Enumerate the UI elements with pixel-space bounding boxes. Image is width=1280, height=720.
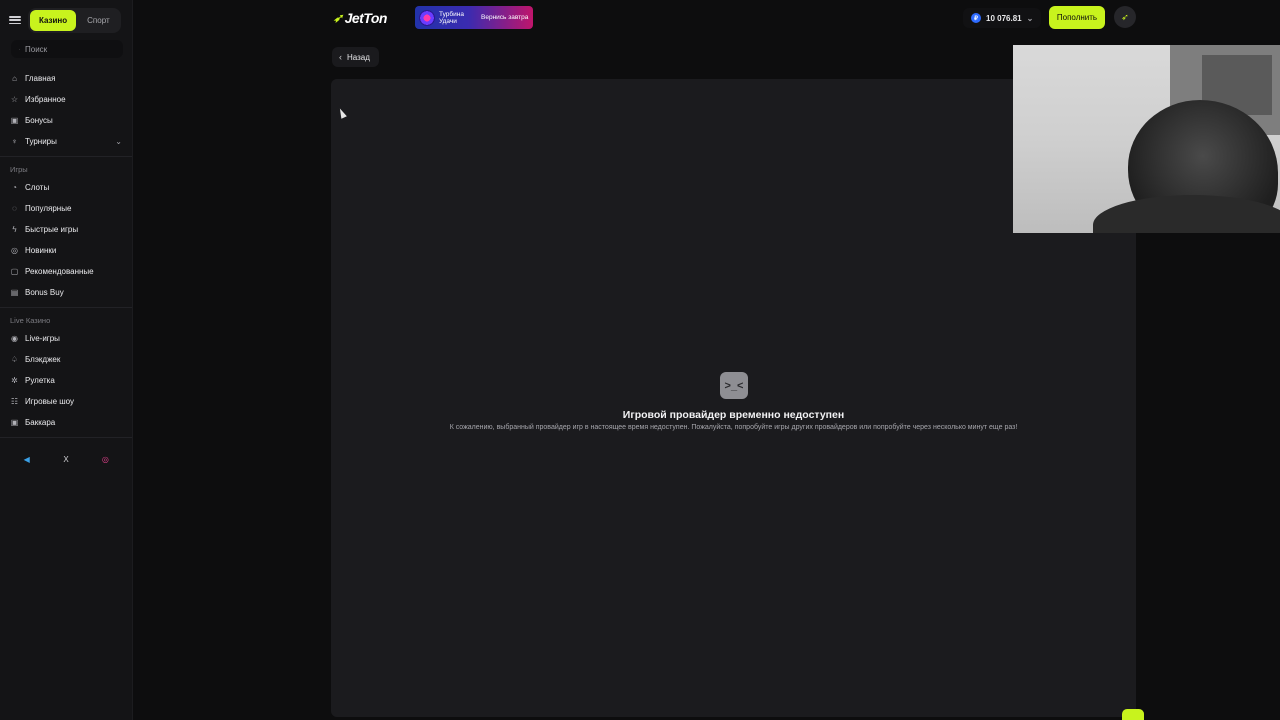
promo-title: Турбина Удачи <box>439 10 464 25</box>
sidebar-item-label: Бонусы <box>25 116 53 125</box>
chat-button[interactable] <box>1122 709 1144 720</box>
logo-mark-icon: ➶ <box>333 11 343 25</box>
section-switch: Казино Спорт <box>28 7 121 33</box>
sidebar-item-live-games[interactable]: ◉ Live-игры <box>0 328 132 349</box>
new-icon: ◎ <box>11 246 18 255</box>
back-button[interactable]: ‹ Назад <box>332 47 379 67</box>
fortune-wheel-icon <box>419 9 435 26</box>
x-icon[interactable]: X <box>46 451 85 467</box>
instagram-icon[interactable]: ◎ <box>86 451 125 467</box>
section-title-live: Live Казино <box>10 315 51 325</box>
divider <box>0 307 132 308</box>
sidebar-item-baccarat[interactable]: ▣ Баккара <box>0 412 132 433</box>
sidebar-item-label: Новинки <box>25 246 57 255</box>
currency-icon: ₽ <box>971 13 981 23</box>
show-icon: ☷ <box>10 397 19 406</box>
chevron-left-icon: ‹ <box>339 52 342 62</box>
error-message: К сожалению, выбранный провайдер игр в н… <box>449 424 1018 431</box>
webcam-overlay <box>1013 45 1280 233</box>
telegram-icon[interactable]: ◀ <box>7 451 46 467</box>
sidebar-item-game-shows[interactable]: ☷ Игровые шоу <box>0 391 132 412</box>
live-icon: ◉ <box>11 334 18 343</box>
slot-icon: ◔ <box>12 183 17 192</box>
sidebar-item-new[interactable]: ◎ Новинки <box>0 240 132 261</box>
sidebar-item-bonuses[interactable]: ▣ Бонусы <box>0 110 132 131</box>
balance-value: 10 076.81 <box>986 13 1022 23</box>
tab-sport[interactable]: Спорт <box>78 10 119 31</box>
sidebar-item-blackjack[interactable]: ♤ Блэкджек <box>0 349 132 370</box>
bonus-buy-icon: ▤ <box>10 288 19 297</box>
sidebar: Казино Спорт ⌂ Главная ☆ Избранное ▣ Бонусы… <box>0 0 133 720</box>
back-label: Назад <box>347 52 370 62</box>
balance-selector[interactable]: ₽ 10 076.81 ⌄ <box>963 8 1042 28</box>
sidebar-item-label: Избранное <box>25 95 66 104</box>
profile-avatar[interactable]: ➶ <box>1114 6 1136 28</box>
lightning-icon: ϟ <box>12 225 17 234</box>
webcam-person <box>1093 195 1280 233</box>
chevron-down-icon: ⌄ <box>1026 13 1034 23</box>
promo-subtitle: Вернись завтра <box>481 14 529 21</box>
sidebar-item-label: Быстрые игры <box>25 225 79 234</box>
sidebar-item-label: Слоты <box>25 183 50 192</box>
sidebar-item-label: Блэкджек <box>25 355 61 364</box>
divider <box>0 156 132 157</box>
sidebar-item-label: Главная <box>25 74 56 83</box>
sidebar-top: Казино Спорт <box>0 0 132 40</box>
sidebar-item-home[interactable]: ⌂ Главная <box>0 68 132 89</box>
gift-icon: ▣ <box>10 116 19 125</box>
sidebar-item-bonus-buy[interactable]: ▤ Bonus Buy <box>0 282 132 303</box>
promo-banner[interactable]: Турбина Удачи Вернись завтра <box>415 6 533 29</box>
chevron-down-icon[interactable]: ⌄ <box>115 137 122 146</box>
sidebar-item-popular[interactable]: ◌ Популярные <box>0 198 132 219</box>
sidebar-item-tournaments[interactable]: ♆ Турниры ⌄ <box>0 131 132 152</box>
search-icon <box>19 48 20 50</box>
search-input[interactable] <box>25 44 115 54</box>
sidebar-item-label: Турниры <box>25 137 57 146</box>
sidebar-item-fast-games[interactable]: ϟ Быстрые игры <box>0 219 132 240</box>
tab-casino[interactable]: Казино <box>30 9 77 31</box>
section-title-games: Игры <box>10 164 28 174</box>
error-title: Игровой провайдер временно недоступен <box>622 409 845 421</box>
logo-text: JetTon <box>344 10 388 26</box>
sidebar-item-label: Игровые шоу <box>25 397 75 406</box>
sidebar-item-favorites[interactable]: ☆ Избранное <box>0 89 132 110</box>
social-links: ◀ X ◎ <box>0 442 132 476</box>
divider <box>0 437 132 438</box>
sidebar-item-label: Bonus Buy <box>25 288 64 297</box>
deposit-button[interactable]: Пополнить <box>1049 6 1105 29</box>
main-nav: ⌂ Главная ☆ Избранное ▣ Бонусы ♆ Турниры ⌄ <box>0 68 132 152</box>
trophy-icon: ♆ <box>11 137 18 146</box>
sidebar-item-label: Баккара <box>25 418 56 427</box>
sidebar-item-label: Рекомендованные <box>25 267 94 276</box>
sad-face-icon: >_< <box>720 372 748 399</box>
sidebar-item-label: Популярные <box>25 204 72 213</box>
sidebar-item-label: Live-игры <box>25 334 60 343</box>
star-icon: ☆ <box>10 95 19 104</box>
sidebar-item-label: Рулетка <box>25 376 55 385</box>
menu-icon[interactable] <box>8 13 22 27</box>
profile-icon: ➶ <box>1121 11 1129 22</box>
live-nav: ◉ Live-игры ♤ Блэкджек ✲ Рулетка ☷ Игровые ш… <box>0 328 132 433</box>
sidebar-item-slots[interactable]: ◔ Слоты <box>0 177 132 198</box>
recommended-icon: ▢ <box>10 267 19 276</box>
home-icon: ⌂ <box>12 74 17 83</box>
search-box <box>11 40 123 58</box>
logo[interactable]: ➶ JetTon <box>333 10 387 26</box>
games-nav: ◔ Слоты ◌ Популярные ϟ Быстрые игры ◎ Новинк… <box>0 177 132 303</box>
cards-icon: ▣ <box>10 418 19 427</box>
fire-icon: ◌ <box>12 204 17 213</box>
roulette-icon: ✲ <box>11 376 18 385</box>
sidebar-item-recommended[interactable]: ▢ Рекомендованные <box>0 261 132 282</box>
sidebar-item-roulette[interactable]: ✲ Рулетка <box>0 370 132 391</box>
spade-icon: ♤ <box>10 355 19 364</box>
